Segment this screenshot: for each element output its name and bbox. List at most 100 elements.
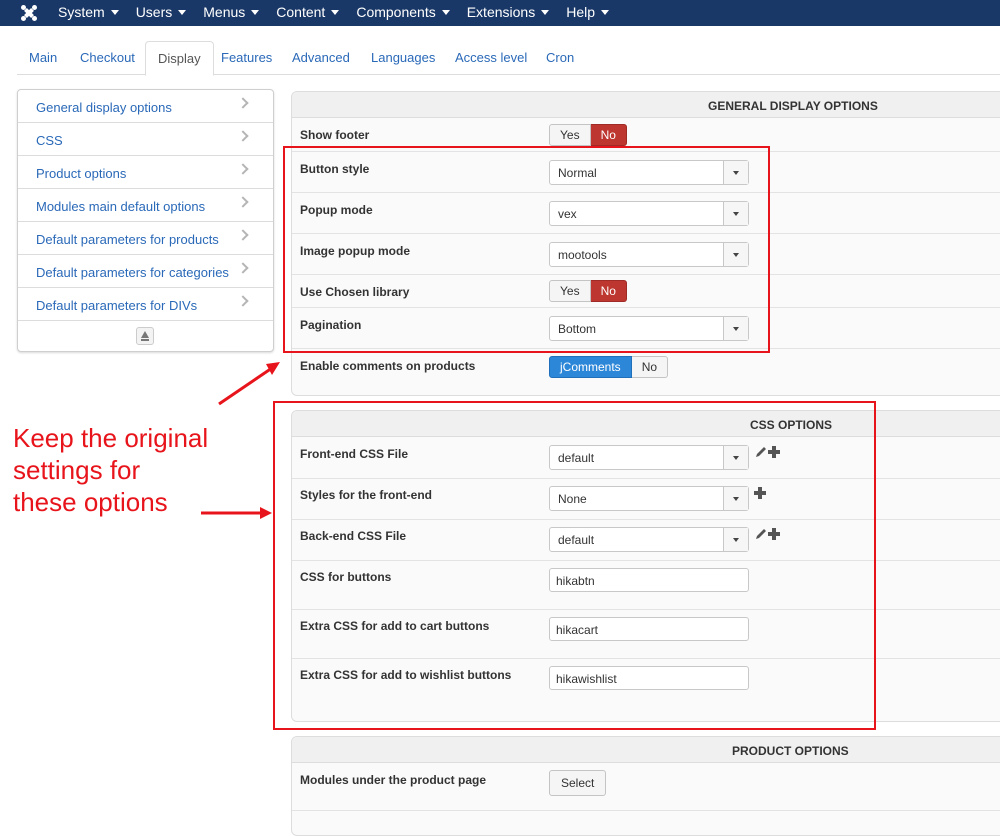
select-value: mootools — [558, 248, 607, 262]
use-chosen-yes-button[interactable]: Yes — [549, 280, 591, 302]
css-options-panel: CSS OPTIONS Front-end CSS File default S… — [291, 410, 1000, 722]
caret-down-icon — [110, 9, 119, 15]
arrow-right-icon — [201, 507, 272, 519]
field-label: Use Chosen library — [300, 285, 410, 299]
menu-components-label: Components — [356, 4, 436, 20]
caret-down-icon — [251, 9, 260, 15]
menu-menus-label: Menus — [203, 4, 246, 20]
eject-bar-icon — [141, 339, 149, 341]
chevron-right-icon — [237, 97, 249, 109]
chevron-right-icon — [237, 130, 249, 142]
menu-components[interactable]: Components — [356, 0, 450, 26]
row-css-wishlist: Extra CSS for add to wishlist buttons hi… — [292, 659, 1000, 721]
dropdown-arrow-icon — [723, 487, 748, 510]
row-use-chosen: Use Chosen library Yes No — [292, 275, 1000, 308]
chevron-right-icon — [237, 229, 249, 241]
row-enable-comments: Enable comments on products jComments No — [292, 349, 1000, 395]
comments-jcomments-button[interactable]: jComments — [549, 356, 632, 378]
menu-system[interactable]: System — [58, 0, 119, 26]
show-footer-yes-button[interactable]: Yes — [549, 124, 591, 146]
chevron-right-icon — [237, 295, 249, 307]
sidebar-item-default-divs[interactable]: Default parameters for DIVs — [18, 288, 273, 321]
menu-help[interactable]: Help — [566, 0, 609, 26]
tab-checkout[interactable]: Checkout — [68, 41, 147, 75]
sidebar-item-general-display[interactable]: General display options — [18, 90, 273, 123]
joomla-logo-icon[interactable] — [20, 4, 38, 22]
use-chosen-toggle: Yes No — [549, 280, 627, 302]
menu-extensions[interactable]: Extensions — [466, 0, 550, 26]
caret-down-icon — [178, 9, 187, 15]
field-label: Styles for the front-end — [300, 488, 433, 502]
row-css-cart: Extra CSS for add to cart buttons hikaca… — [292, 610, 1000, 659]
tab-display[interactable]: Display — [145, 41, 214, 76]
dropdown-arrow-icon — [723, 446, 748, 469]
frontend-css-select[interactable]: default — [549, 445, 749, 470]
row-show-footer: Show footer Yes No — [292, 119, 1000, 152]
panel-header: GENERAL DISPLAY OPTIONS — [292, 92, 1000, 118]
tab-languages[interactable]: Languages — [359, 41, 447, 75]
field-label: Front-end CSS File — [300, 447, 408, 461]
edit-pencil-icon[interactable] — [754, 527, 768, 541]
sidebar-item-css[interactable]: CSS — [18, 123, 273, 156]
tab-cron[interactable]: Cron — [534, 41, 586, 75]
field-label: Enable comments on products — [300, 359, 476, 373]
row-backend-css: Back-end CSS File default — [292, 520, 1000, 561]
caret-down-icon — [601, 9, 609, 15]
menu-menus[interactable]: Menus — [203, 0, 260, 26]
enable-comments-toggle: jComments No — [549, 356, 669, 378]
frontend-styles-select[interactable]: None — [549, 486, 749, 511]
sidebar-item-product-options[interactable]: Product options — [18, 156, 273, 189]
pagination-select[interactable]: Bottom — [549, 316, 749, 341]
sidebar-item-label: Modules main default options — [36, 199, 206, 214]
sidebar-item-default-categories[interactable]: Default parameters for categories — [18, 255, 273, 288]
input-value: hikawishlist — [556, 672, 617, 686]
tab-features[interactable]: Features — [209, 41, 284, 75]
image-popup-mode-select[interactable]: mootools — [549, 242, 749, 267]
menu-system-label: System — [58, 4, 105, 20]
menu-content[interactable]: Content — [276, 0, 340, 26]
collapse-sidebar-button[interactable] — [136, 327, 154, 345]
display-sidebar: General display options CSS Product opti… — [17, 89, 274, 352]
sidebar-item-default-products[interactable]: Default parameters for products — [18, 222, 273, 255]
annotation-line: these options — [13, 487, 168, 517]
popup-mode-select[interactable]: vex — [549, 201, 749, 226]
row-modules-under-product: Modules under the product page Select — [292, 764, 1000, 811]
row-popup-mode: Popup mode vex — [292, 193, 1000, 234]
tab-access-level[interactable]: Access level — [443, 41, 539, 75]
css-cart-input[interactable]: hikacart — [549, 617, 749, 641]
css-wishlist-input[interactable]: hikawishlist — [549, 666, 749, 690]
dropdown-arrow-icon — [723, 202, 748, 225]
use-chosen-no-button[interactable]: No — [590, 280, 627, 302]
row-frontend-styles: Styles for the front-end None — [292, 479, 1000, 520]
select-value: default — [558, 451, 595, 465]
field-label: Show footer — [300, 128, 370, 142]
tab-advanced[interactable]: Advanced — [280, 41, 362, 75]
dropdown-arrow-icon — [723, 528, 748, 551]
row-image-popup-mode: Image popup mode mootools — [292, 234, 1000, 275]
dropdown-arrow-icon — [723, 243, 748, 266]
sidebar-item-modules-default[interactable]: Modules main default options — [18, 189, 273, 222]
add-plus-icon[interactable] — [768, 528, 780, 540]
menu-extensions-label: Extensions — [466, 4, 536, 20]
chevron-right-icon — [237, 262, 249, 274]
css-buttons-input[interactable]: hikabtn — [549, 568, 749, 592]
sidebar-item-label: Default parameters for products — [36, 232, 219, 247]
field-label: Button style — [300, 162, 370, 176]
select-value: Bottom — [558, 322, 597, 336]
add-plus-icon[interactable] — [768, 446, 780, 458]
button-style-select[interactable]: Normal — [549, 160, 749, 185]
field-label: Extra CSS for add to wishlist buttons — [300, 668, 512, 682]
select-modules-button[interactable]: Select — [549, 770, 607, 796]
dropdown-arrow-icon — [723, 317, 748, 340]
edit-pencil-icon[interactable] — [754, 445, 768, 459]
tab-main[interactable]: Main — [17, 41, 69, 75]
row-pagination: Pagination Bottom — [292, 308, 1000, 349]
field-label: Pagination — [300, 318, 362, 332]
backend-css-select[interactable]: default — [549, 527, 749, 552]
show-footer-no-button[interactable]: No — [590, 124, 627, 146]
add-plus-icon[interactable] — [754, 487, 766, 499]
product-options-panel: PRODUCT OPTIONS Modules under the produc… — [291, 736, 1000, 836]
menu-help-label: Help — [566, 4, 595, 20]
menu-users[interactable]: Users — [136, 0, 187, 26]
comments-no-button[interactable]: No — [631, 356, 669, 378]
